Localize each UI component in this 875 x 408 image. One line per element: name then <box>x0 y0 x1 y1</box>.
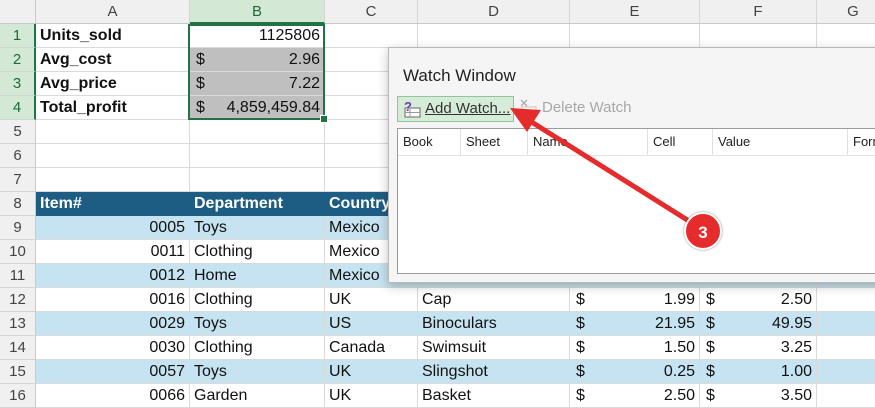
step-callout-badge: 3 <box>684 212 722 250</box>
annotation-arrow <box>510 108 703 231</box>
